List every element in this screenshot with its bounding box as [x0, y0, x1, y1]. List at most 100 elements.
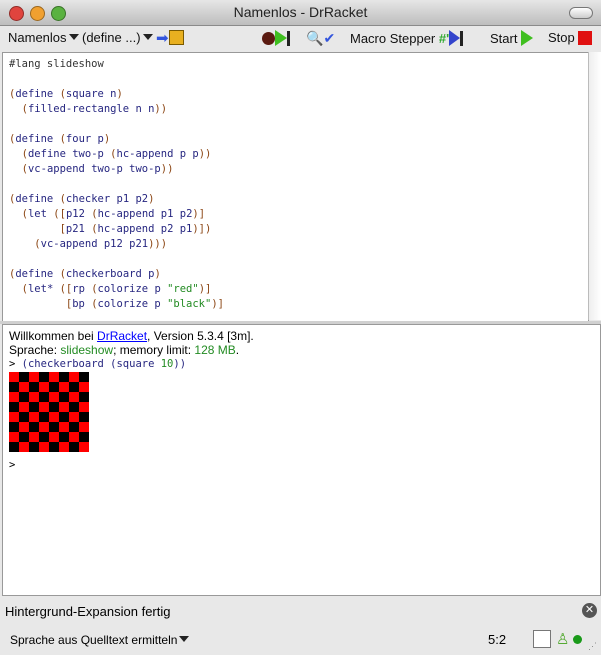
checker-cell: [29, 432, 39, 442]
macro-stepper-button[interactable]: Macro Stepper #': [350, 30, 464, 47]
status-indicator-icon: [573, 635, 582, 644]
checker-cell: [49, 442, 59, 452]
checker-cell: [69, 372, 79, 382]
code-line: [p21 (hc-append p2 p1)]): [9, 222, 588, 237]
save-button[interactable]: ➡: [156, 30, 184, 47]
bar-icon: [460, 31, 464, 46]
code-token: define: [15, 268, 60, 280]
checker-cell: [79, 412, 89, 422]
checker-cell: [49, 432, 59, 442]
code-token: vc-append two-p two-p: [27, 163, 161, 175]
minimize-window-button[interactable]: [30, 6, 45, 21]
checker-cell: [59, 372, 69, 382]
stop-button[interactable]: Stop: [548, 30, 593, 46]
language-menu[interactable]: Sprache aus Quelltext ermitteln: [10, 633, 190, 647]
period: .: [235, 343, 240, 357]
code-line: (define (four p): [9, 132, 588, 147]
code-line: [bp (colorize p "black")]: [9, 297, 588, 312]
code-token: p21: [65, 223, 92, 235]
code-token: )): [160, 163, 174, 175]
definitions-editor[interactable]: #lang slideshow (define (square n) (fill…: [2, 52, 589, 322]
step-icon: [275, 30, 287, 46]
code-token: filled-rectangle n n: [27, 103, 155, 115]
checker-cell: [39, 412, 49, 422]
zoom-window-button[interactable]: [51, 6, 66, 21]
status-message: Hintergrund-Expansion fertig: [5, 604, 171, 619]
memory-label: ; memory limit:: [113, 343, 195, 357]
version-text: , Version 5.3.4 [3m].: [147, 329, 254, 343]
checker-cell: [79, 392, 89, 402]
code-token: hc-append p1 p2: [97, 208, 193, 220]
checker-cell: [9, 432, 19, 442]
window-title: Namenlos - DrRacket: [233, 4, 368, 20]
interactions-pane[interactable]: Willkommen bei DrRacket, Version 5.3.4 […: [2, 324, 601, 596]
code-line: (filled-rectangle n n)): [9, 102, 588, 117]
define-menu[interactable]: (define ...): [82, 30, 153, 46]
checker-cell: [69, 392, 79, 402]
recycle-figure-icon: ♙: [556, 631, 570, 648]
checker-cell: [69, 382, 79, 392]
code-token: checkerboard p: [65, 268, 155, 280]
code-line: #lang slideshow: [9, 57, 588, 72]
code-token: ): [148, 193, 155, 205]
code-token: colorize p: [97, 298, 168, 310]
checker-cell: [19, 442, 29, 452]
code-token: "red": [167, 283, 199, 295]
title-bar: Namenlos - DrRacket: [0, 0, 601, 26]
checker-cell: [9, 412, 19, 422]
play-icon: [521, 30, 534, 46]
run-button[interactable]: Start: [490, 30, 534, 47]
checker-cell: [19, 392, 29, 402]
code-token: ))): [148, 238, 168, 250]
checker-cell: [29, 442, 39, 452]
drracket-link[interactable]: DrRacket: [97, 329, 147, 343]
language-menu-label: Sprache aus Quelltext ermitteln: [10, 633, 178, 647]
toolbar-toggle-button[interactable]: [569, 7, 593, 19]
checker-cell: [19, 382, 29, 392]
code-line: (define (checkerboard p): [9, 267, 588, 282]
bug-icon: [262, 32, 275, 45]
code-token: )]: [198, 283, 212, 295]
code-token: ): [103, 133, 111, 145]
language-name: slideshow: [60, 343, 114, 357]
define-menu-label: (define ...): [82, 30, 141, 45]
code-line: (define (checker p1 p2): [9, 192, 588, 207]
checker-cell: [39, 442, 49, 452]
checker-cell: [49, 382, 59, 392]
checker-cell: [39, 372, 49, 382]
checker-cell: [29, 422, 39, 432]
checker-cell: [59, 402, 69, 412]
checker-cell: [69, 432, 79, 442]
checker-cell: [9, 442, 19, 452]
code-line: (vc-append p12 p21))): [9, 237, 588, 252]
editor-scrollbar[interactable]: [588, 52, 601, 320]
checker-cell: [9, 372, 19, 382]
arrow-right-icon: ➡: [156, 30, 169, 47]
code-token: bp: [72, 298, 92, 310]
checker-cell: [69, 442, 79, 452]
file-menu[interactable]: Namenlos: [8, 30, 79, 46]
checker-cell: [79, 432, 89, 442]
close-message-icon[interactable]: ✕: [582, 603, 597, 618]
code-token: )): [198, 148, 212, 160]
status-bar: Hintergrund-Expansion fertig ✕ Sprache a…: [0, 597, 601, 655]
chevron-down-icon: [68, 34, 79, 40]
checker-cell: [9, 422, 19, 432]
code-token: ): [154, 268, 161, 280]
resize-grip-icon[interactable]: ⋰: [588, 641, 597, 652]
debug-button[interactable]: [262, 30, 290, 47]
checker-cell: [39, 422, 49, 432]
checker-cell: [19, 372, 29, 382]
chevron-down-icon: [142, 34, 153, 40]
code-token: define: [15, 133, 60, 145]
code-token: )): [154, 103, 168, 115]
code-token: four p: [65, 133, 104, 145]
magnifier-icon: 🔍: [306, 30, 324, 46]
check-syntax-button[interactable]: 🔍✔: [306, 30, 335, 46]
close-window-button[interactable]: [9, 6, 24, 21]
